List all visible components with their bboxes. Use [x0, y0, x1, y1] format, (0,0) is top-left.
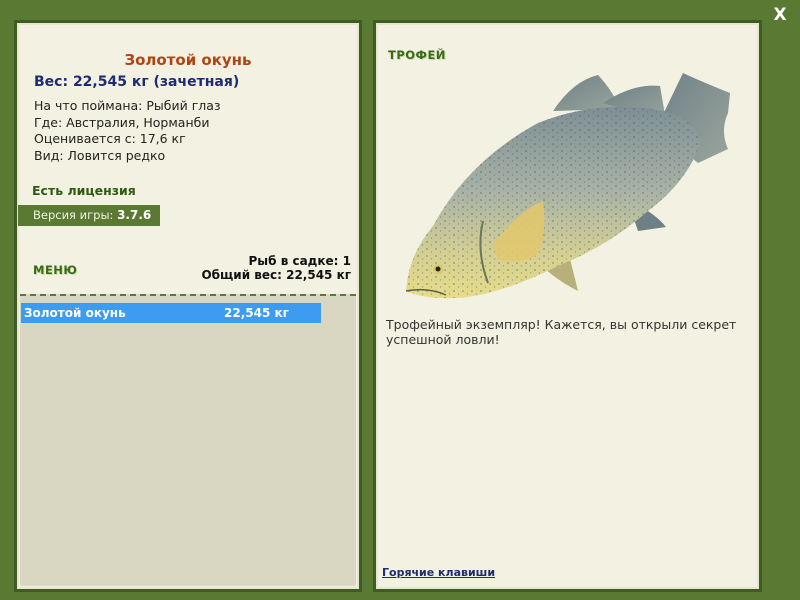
list-item[interactable]: Золотой окунь 22,545 кг: [21, 303, 321, 323]
fish-info-panel: Золотой окунь Вес: 22,545 кг (зачетная) …: [14, 20, 362, 592]
version-number: 3.7.6: [117, 208, 152, 222]
list-item-name: Золотой окунь: [24, 306, 126, 320]
trophy-panel: ТРОФЕЙ Трофейный экземпляр! Кажется, вы …: [373, 20, 762, 592]
keepnet-list: Золотой окунь 22,545 кг: [20, 294, 356, 586]
bait-info: На что поймана: Рыбий глаз: [34, 98, 221, 113]
fish-count: Рыб в садке: 1: [248, 254, 352, 268]
fish-image: [405, 73, 730, 299]
fish-title: Золотой окунь: [124, 51, 252, 69]
total-weight: Общий вес: 22,545 кг: [201, 268, 351, 282]
license-status: Есть лицензия: [32, 183, 136, 198]
menu-button[interactable]: МЕНЮ: [33, 263, 77, 277]
version-bar: Версия игры: 3.7.6: [18, 205, 160, 226]
location-info: Где: Австралия, Норманби: [34, 114, 210, 130]
keepnet-stats: Рыб в садке: 1 Общий вес: 22,545 кг: [201, 254, 351, 282]
version-label: Версия игры:: [33, 208, 118, 222]
rating-info: Оценивается с: 17,6 кг: [34, 131, 186, 146]
hotkeys-link[interactable]: Горячие клавиши: [382, 566, 495, 579]
close-icon: X: [773, 5, 787, 25]
fish-details: На что поймана: Рыбий глаз Где: Австрали…: [34, 98, 221, 164]
fish-weight: Вес: 22,545 кг (зачетная): [34, 74, 240, 90]
species-info: Вид: Ловится редко: [34, 147, 166, 163]
list-item-weight: 22,545 кг: [224, 306, 289, 320]
close-button[interactable]: X: [770, 4, 790, 26]
trophy-description: Трофейный экземпляр! Кажется, вы открыли…: [386, 317, 737, 347]
